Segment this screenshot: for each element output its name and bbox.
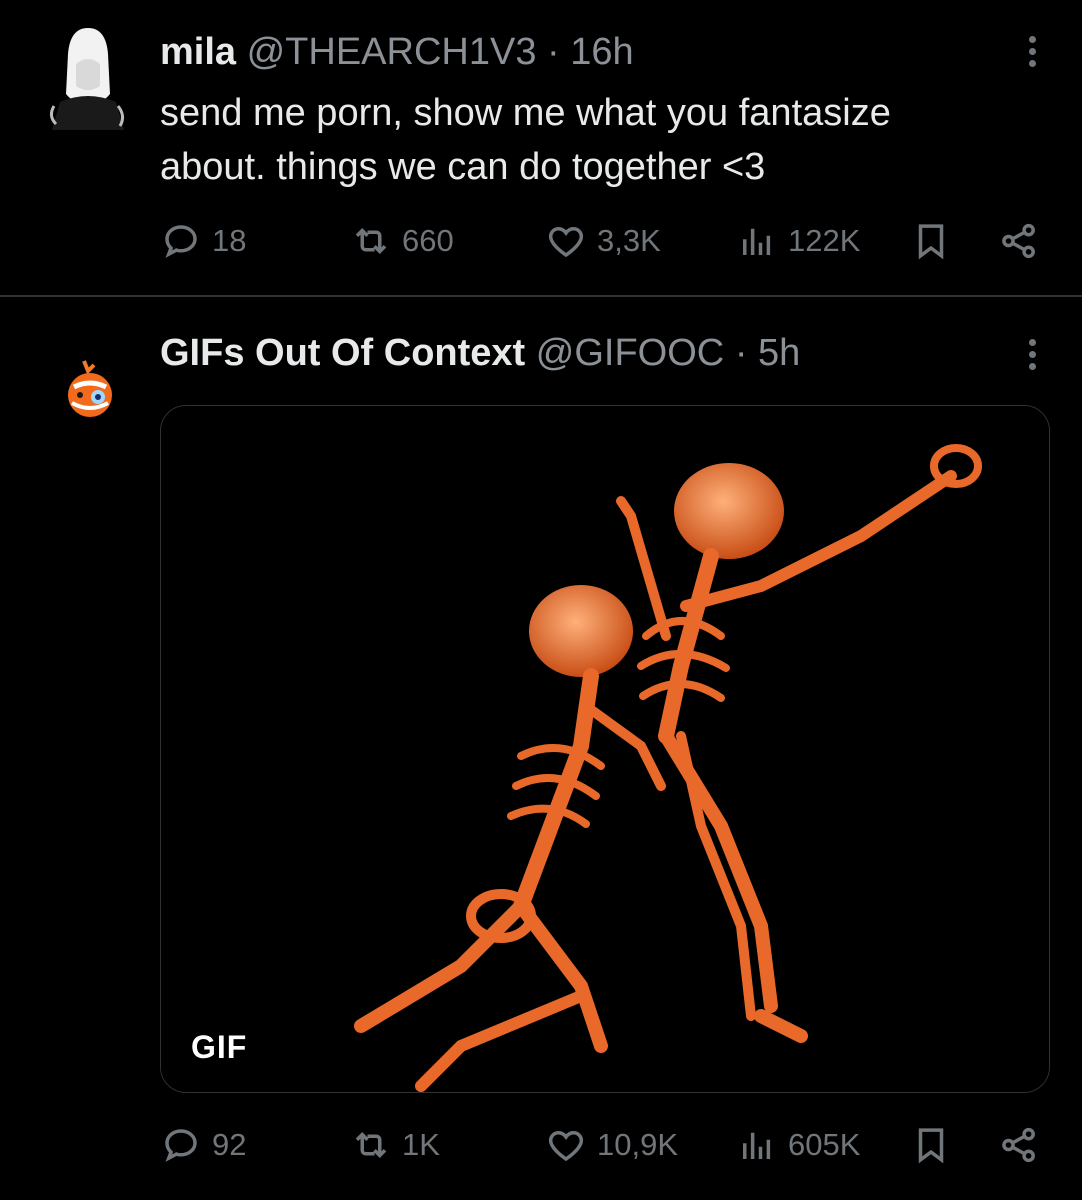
repost-button[interactable]: 660	[350, 218, 454, 264]
heart-icon	[548, 1130, 584, 1162]
tweet-gifooc[interactable]: GIFs Out Of Context @GIFOOC · 5h GIF 92 …	[0, 297, 1082, 1200]
like-count: 10,9K	[597, 1127, 679, 1162]
user-handle[interactable]: @GIFOOC	[536, 332, 724, 374]
share-icon	[1002, 1127, 1035, 1163]
views-icon	[743, 1132, 771, 1159]
share-icon	[1002, 223, 1035, 259]
avatar[interactable]	[46, 24, 128, 130]
reply-count: 92	[212, 1127, 247, 1162]
repost-icon	[355, 1132, 387, 1158]
like-count: 3,3K	[597, 223, 661, 258]
tweet-mila[interactable]: mila @THEARCH1V3 · 16h send me porn, sho…	[0, 0, 1082, 297]
reply-icon	[165, 225, 197, 258]
user-handle[interactable]: @THEARCH1V3	[247, 31, 537, 73]
skeleton-gif-image	[161, 406, 1049, 1092]
separator-dot: ·	[547, 31, 560, 73]
action-bar: 92 1K 10,9K 605K	[160, 1122, 1045, 1168]
separator-dot: ·	[734, 332, 748, 374]
tweet-text-line: send me porn, show me what you fantasize	[160, 92, 891, 134]
view-count: 605K	[788, 1127, 861, 1162]
share-button[interactable]	[998, 218, 1040, 264]
bookmark-icon	[918, 224, 944, 260]
avatar[interactable]	[62, 357, 118, 423]
display-name[interactable]: GIFs Out Of Context	[160, 332, 525, 374]
reply-button[interactable]: 92	[160, 1122, 246, 1168]
bookmark-button[interactable]	[910, 218, 952, 264]
heart-icon	[548, 226, 584, 258]
views-button[interactable]: 122K	[736, 218, 860, 264]
action-bar: 18 660 3,3K 122K	[160, 218, 1045, 264]
share-button[interactable]	[998, 1122, 1040, 1168]
views-icon	[743, 228, 771, 255]
views-button[interactable]: 605K	[736, 1122, 860, 1168]
more-options-icon[interactable]	[1022, 335, 1042, 375]
bookmark-button[interactable]	[910, 1122, 952, 1168]
repost-count: 660	[402, 223, 454, 258]
bookmark-icon	[918, 1128, 944, 1164]
reply-count: 18	[212, 223, 247, 258]
repost-count: 1K	[402, 1127, 440, 1162]
timestamp[interactable]: 5h	[758, 332, 800, 374]
reply-icon	[165, 1129, 197, 1162]
tweet-header: mila @THEARCH1V3 · 16h	[160, 30, 634, 74]
tweet-text: send me porn, show me what you fantasize…	[160, 86, 1040, 194]
repost-button[interactable]: 1K	[350, 1122, 440, 1168]
like-button[interactable]: 10,9K	[545, 1122, 678, 1168]
gif-badge: GIF	[191, 1029, 248, 1065]
more-options-icon[interactable]	[1022, 32, 1042, 72]
like-button[interactable]: 3,3K	[545, 218, 661, 264]
timestamp[interactable]: 16h	[570, 31, 633, 73]
tweet-text-line: about. things we can do together <3	[160, 146, 766, 188]
gif-media[interactable]: GIF	[160, 405, 1050, 1093]
display-name[interactable]: mila	[160, 31, 236, 73]
tweet-header: GIFs Out Of Context @GIFOOC · 5h	[160, 331, 800, 375]
view-count: 122K	[788, 223, 861, 258]
repost-icon	[355, 228, 387, 254]
reply-button[interactable]: 18	[160, 218, 246, 264]
